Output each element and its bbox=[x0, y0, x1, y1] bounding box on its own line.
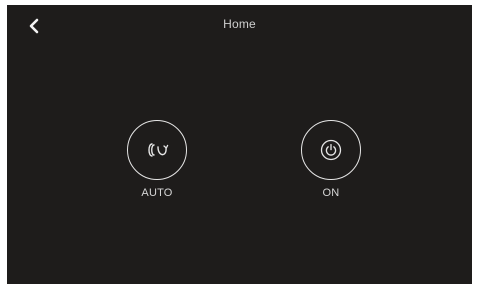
auto-label: AUTO bbox=[141, 187, 173, 199]
auto-mode-button[interactable] bbox=[127, 120, 187, 180]
power-icon bbox=[320, 139, 342, 161]
power-button[interactable] bbox=[301, 120, 361, 180]
app-screen: Home AUTO ON bbox=[7, 5, 472, 284]
auto-mode-icon bbox=[148, 143, 169, 157]
on-label: ON bbox=[322, 187, 340, 199]
on-control: ON bbox=[291, 120, 371, 199]
page-title: Home bbox=[223, 17, 256, 31]
auto-control: AUTO bbox=[117, 120, 197, 199]
